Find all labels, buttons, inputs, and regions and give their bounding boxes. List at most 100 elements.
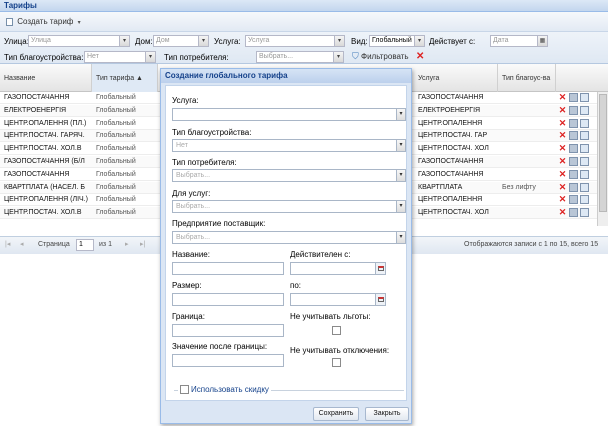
house-input[interactable]: Дом — [153, 35, 199, 47]
improvement-dropdown-trigger[interactable]: ▾ — [397, 139, 406, 152]
table-cell-name: ГАЗОПОСТАЧАННЯ (Б/Л — [4, 158, 85, 165]
close-button[interactable]: Закрыть — [365, 407, 409, 421]
edit-icon[interactable] — [569, 208, 578, 218]
calendar-icon[interactable] — [376, 293, 386, 306]
service-dropdown-trigger[interactable]: ▾ — [397, 108, 406, 121]
last-page-icon[interactable]: ▸| — [140, 240, 145, 248]
ignore-benefits-checkbox[interactable] — [332, 326, 341, 335]
panel-title: Тарифы — [0, 0, 608, 12]
for-services-dropdown-trigger[interactable]: ▾ — [397, 200, 406, 213]
improvement-filter-select[interactable]: Нет — [84, 51, 146, 63]
consumer-filter-select[interactable]: Выбрать... — [256, 51, 334, 63]
copy-icon[interactable] — [580, 208, 589, 218]
delete-icon[interactable]: ✕ — [558, 144, 567, 153]
consumer-dropdown-trigger[interactable]: ▾ — [397, 169, 406, 182]
consumer-select[interactable]: Выбрать... — [172, 169, 397, 182]
service-select[interactable] — [172, 108, 397, 121]
edit-icon[interactable] — [569, 195, 578, 205]
after-limit-input[interactable] — [172, 354, 284, 367]
copy-icon[interactable] — [580, 144, 589, 154]
edit-icon[interactable] — [569, 105, 578, 115]
valid-from-filter-input[interactable]: Дата — [490, 35, 538, 47]
calendar-icon[interactable]: ▦ — [538, 35, 548, 47]
calendar-icon[interactable] — [376, 262, 386, 275]
copy-icon[interactable] — [580, 105, 589, 115]
kind-select[interactable]: Глобальный — [369, 35, 415, 47]
edit-icon[interactable] — [569, 169, 578, 179]
edit-icon[interactable] — [569, 93, 578, 102]
service-filter-input[interactable]: Услуга — [245, 35, 335, 47]
copy-icon[interactable] — [580, 182, 589, 192]
edit-icon[interactable] — [569, 144, 578, 154]
page-input[interactable]: 1 — [76, 239, 94, 251]
save-button[interactable]: Сохранить — [313, 407, 359, 421]
scrollbar-thumb[interactable] — [599, 94, 607, 212]
supplier-dropdown-trigger[interactable]: ▾ — [397, 231, 406, 244]
house-dropdown-trigger[interactable]: ▾ — [199, 35, 209, 47]
for-services-select[interactable]: Выбрать... — [172, 200, 397, 213]
table-cell-service: ЦЕНТР.ПОСТАЧ. ХОЛ — [418, 209, 489, 217]
street-input[interactable]: Улица — [28, 35, 120, 47]
row-actions: ✕ — [558, 131, 589, 141]
use-discount-checkbox[interactable] — [180, 385, 189, 394]
grid-scrollbar[interactable] — [597, 92, 608, 226]
delete-icon[interactable]: ✕ — [558, 131, 567, 140]
copy-icon[interactable] — [580, 93, 589, 102]
improvement-filter-trigger[interactable]: ▾ — [146, 51, 156, 63]
delete-icon[interactable]: ✕ — [558, 169, 567, 179]
delete-icon[interactable]: ✕ — [558, 105, 567, 115]
first-page-icon[interactable]: |◂ — [5, 240, 10, 248]
copy-icon[interactable] — [580, 118, 589, 128]
edit-icon[interactable] — [569, 131, 578, 141]
filter-button[interactable]: ⛉ Фильтровать — [352, 51, 409, 63]
records-summary: Отображаются записи с 1 по 15, всего 15 — [464, 241, 599, 248]
delete-icon[interactable]: ✕ — [558, 195, 567, 204]
delete-icon[interactable]: ✕ — [558, 118, 567, 128]
delete-icon[interactable]: ✕ — [558, 93, 567, 102]
edit-icon[interactable] — [569, 182, 578, 192]
improvement-select[interactable]: Нет — [172, 139, 397, 152]
service-filter-label: Услуга: — [214, 37, 241, 46]
size-label: Размер: — [172, 281, 202, 290]
table-cell-type: Глобальный — [96, 170, 136, 178]
copy-icon[interactable] — [580, 131, 589, 141]
table-cell-name: КВАРТПЛАТА (НАСЕЛ. Б — [4, 183, 85, 191]
kind-label: Вид: — [351, 37, 368, 46]
column-service-header[interactable]: Услуга — [414, 64, 498, 92]
column-name-header[interactable]: Название — [0, 64, 92, 92]
name-input[interactable] — [172, 262, 284, 275]
column-improvement-header[interactable]: Тип благоус-ва — [498, 64, 556, 92]
copy-icon[interactable] — [580, 157, 589, 166]
edit-icon[interactable] — [569, 118, 578, 128]
delete-icon[interactable]: ✕ — [558, 157, 567, 166]
ignore-shutdowns-checkbox[interactable] — [332, 358, 341, 367]
row-actions: ✕ — [558, 182, 589, 192]
table-cell-service: ГАЗОПОСТАЧАННЯ — [418, 170, 484, 178]
valid-to-input[interactable] — [290, 293, 376, 306]
clear-filter-icon[interactable]: ✕ — [416, 51, 426, 62]
supplier-select[interactable]: Выбрать... — [172, 231, 397, 244]
consumer-filter-trigger[interactable]: ▾ — [334, 51, 344, 63]
table-cell-service: КВАРТПЛАТА — [418, 183, 463, 191]
edit-icon[interactable] — [569, 157, 578, 166]
prev-page-icon[interactable]: ◂ — [20, 240, 24, 248]
delete-icon[interactable]: ✕ — [558, 182, 567, 192]
size-input[interactable] — [172, 293, 284, 306]
street-dropdown-trigger[interactable]: ▾ — [120, 35, 130, 47]
kind-dropdown-trigger[interactable]: ▾ — [415, 35, 425, 47]
table-cell-type: Глобальный — [96, 183, 136, 191]
copy-icon[interactable] — [580, 169, 589, 179]
house-label: Дом: — [135, 37, 153, 46]
column-tariff-type-header[interactable]: Тип тарифа ▲ — [92, 64, 158, 92]
page-count-label: из 1 — [99, 241, 112, 248]
valid-from-input[interactable] — [290, 262, 376, 275]
table-cell-service: ГАЗОПОСТАЧАННЯ — [418, 94, 484, 101]
create-tariff-button[interactable]: Создать тариф ▾ — [3, 15, 84, 29]
copy-icon[interactable] — [580, 195, 589, 205]
use-discount-toggle[interactable]: Использовать скидку — [178, 385, 271, 394]
table-cell-improvement — [498, 105, 556, 117]
limit-input[interactable] — [172, 324, 284, 337]
delete-icon[interactable]: ✕ — [558, 208, 567, 217]
service-filter-trigger[interactable]: ▾ — [335, 35, 345, 47]
next-page-icon[interactable]: ▸ — [125, 240, 129, 248]
